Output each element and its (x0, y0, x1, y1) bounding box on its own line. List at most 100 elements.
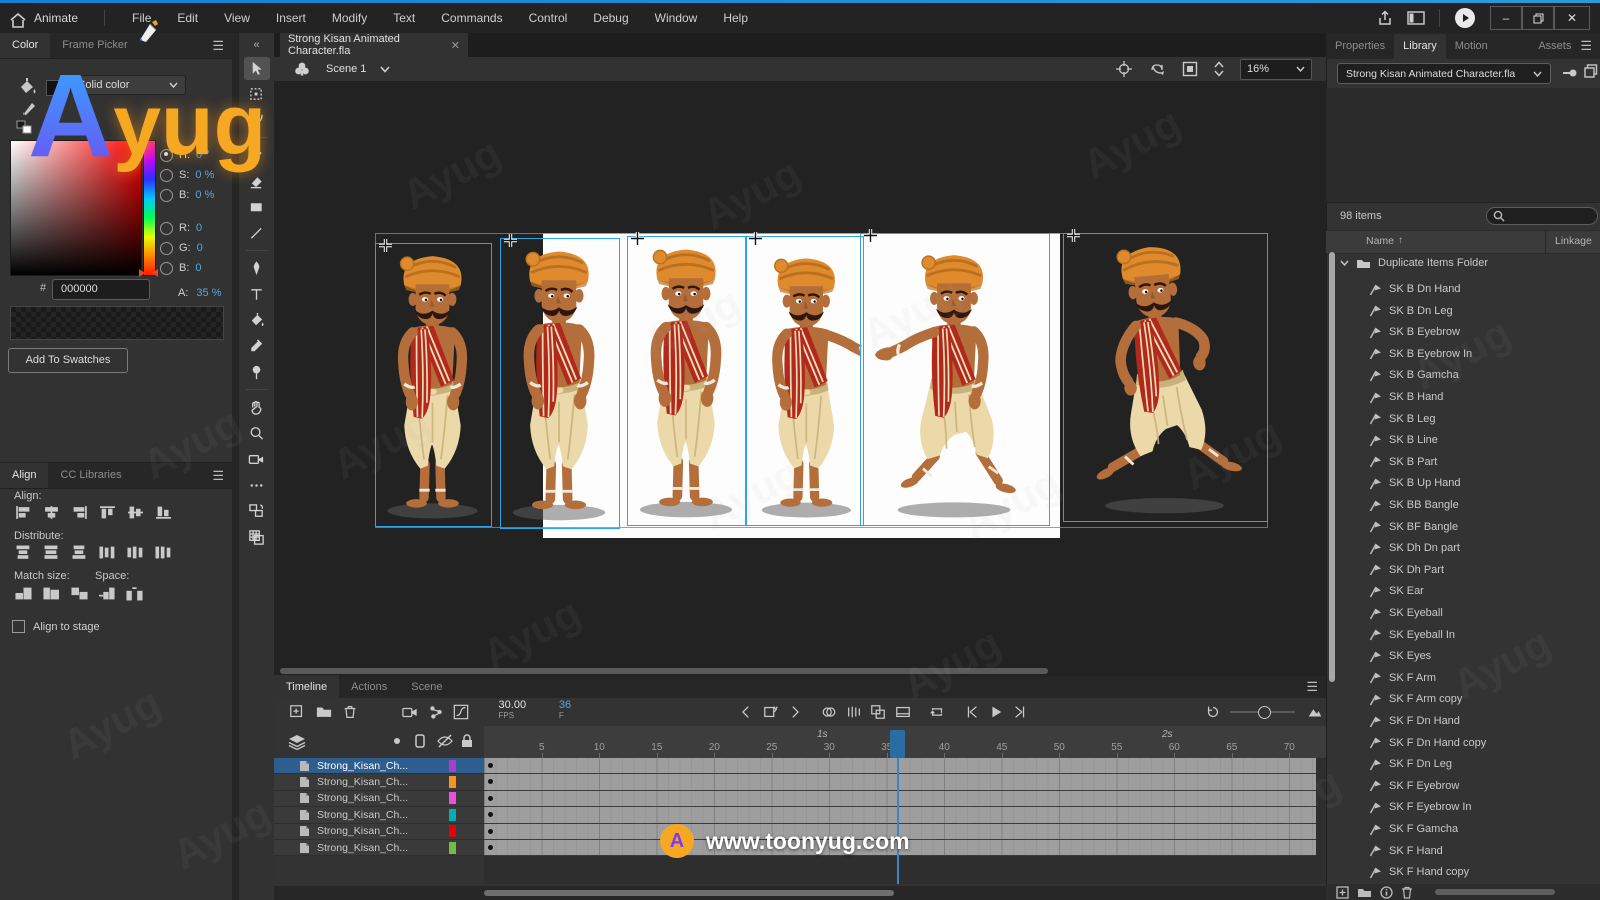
free-transform-tool[interactable] (244, 83, 270, 106)
tab-frame-picker[interactable]: Frame Picker (50, 33, 139, 58)
timeline-horizontal-scrollbar[interactable] (274, 886, 1326, 900)
color-row-s[interactable]: S:0 % (160, 168, 230, 182)
rotation-tool-icon[interactable] (1148, 61, 1166, 77)
match-size-2-icon[interactable] (70, 586, 89, 601)
color-radio[interactable] (160, 262, 173, 275)
hand-tool[interactable] (244, 396, 270, 419)
library-item[interactable]: SK BB Bangle (1368, 494, 1598, 516)
swap-colors-tool[interactable] (244, 500, 270, 523)
new-layer-icon[interactable] (286, 702, 308, 722)
library-item[interactable]: SK B Eyebrow In (1368, 343, 1598, 365)
hex-input[interactable]: 000000 (52, 279, 150, 300)
rectangle-tool[interactable] (244, 196, 270, 219)
color-radio[interactable] (160, 169, 173, 182)
lock-layers-icon[interactable] (461, 734, 473, 748)
swap-fill-stroke-icon[interactable] (16, 120, 34, 136)
library-item[interactable]: SK B Eyebrow (1368, 321, 1598, 343)
pen-tool[interactable] (244, 257, 270, 280)
distribute-0-icon[interactable] (14, 545, 33, 560)
tab-timeline[interactable]: Timeline (274, 675, 339, 700)
stroke-color-icon[interactable] (20, 100, 38, 118)
selection-tool[interactable] (244, 57, 270, 80)
layer-row-1[interactable]: Strong_Kisan_Ch... (274, 758, 484, 774)
layer-color-chip[interactable] (449, 776, 456, 788)
menu-view[interactable]: View (211, 11, 263, 25)
library-item[interactable]: SK B Dn Leg (1368, 300, 1598, 322)
layer-parenting-icon[interactable] (425, 702, 447, 722)
space-0-icon[interactable] (97, 586, 116, 601)
frame-span-4[interactable] (484, 807, 1316, 823)
library-item[interactable]: SK Dh Dn part (1368, 537, 1598, 559)
library-item[interactable]: SK F Hand copy (1368, 861, 1598, 883)
library-folder-row[interactable]: Duplicate Items Folder (1340, 252, 1598, 274)
saturation-brightness-picker[interactable] (10, 140, 142, 276)
library-item[interactable]: SK B Part (1368, 451, 1598, 473)
asset-warp-tool[interactable] (244, 361, 270, 384)
distribute-1-icon[interactable] (42, 545, 61, 560)
selection-box-2[interactable] (500, 238, 620, 529)
hue-slider[interactable] (143, 140, 156, 276)
distribute-2-icon[interactable] (70, 545, 89, 560)
outline-toggle-icon[interactable] (394, 738, 400, 744)
tab-align[interactable]: Align (0, 463, 48, 488)
tab-color[interactable]: Color (0, 33, 50, 58)
transform-anchor-icon[interactable] (504, 234, 517, 247)
next-keyframe-icon[interactable] (784, 702, 806, 722)
layer-row-4[interactable]: Strong_Kisan_Ch... (274, 807, 484, 823)
menu-commands[interactable]: Commands (428, 11, 515, 25)
library-item[interactable]: SK F Eyebrow In (1368, 796, 1598, 818)
library-item[interactable]: SK F Dn Leg (1368, 753, 1598, 775)
selection-box-6[interactable] (1063, 233, 1268, 522)
toolbar-collapse-icon[interactable]: « (253, 39, 259, 51)
eyedropper-tool[interactable] (244, 335, 270, 358)
library-item[interactable]: SK B Up Hand (1368, 472, 1598, 494)
library-item[interactable]: SK B Gamcha (1368, 364, 1598, 386)
library-menu-icon[interactable]: ☰ (1580, 38, 1592, 54)
eraser-tool[interactable] (244, 170, 270, 193)
timeline-ruler[interactable]: 5101520253035404550556065701s2s (484, 726, 1326, 759)
color-panel-menu-icon[interactable]: ☰ (212, 38, 224, 54)
distribute-5-icon[interactable] (154, 545, 173, 560)
tab-motion-presets[interactable]: Motion Presets (1446, 34, 1530, 59)
test-movie-icon[interactable] (1454, 7, 1476, 29)
match-size-1-icon[interactable] (42, 586, 61, 601)
selection-box-3[interactable] (627, 236, 747, 526)
align-0-icon[interactable] (14, 505, 33, 520)
current-frame-value[interactable]: 36 F (559, 699, 577, 726)
align-1-icon[interactable] (42, 505, 61, 520)
layer-color-chip[interactable] (449, 760, 456, 772)
align-4-icon[interactable] (126, 505, 145, 520)
playhead-line[interactable] (897, 758, 899, 884)
layer-color-chip[interactable] (449, 842, 456, 854)
frame-grid[interactable] (484, 758, 1326, 884)
fill-color-swatch[interactable] (46, 80, 64, 96)
transform-anchor-icon[interactable] (379, 239, 392, 252)
pin-library-icon[interactable] (1562, 66, 1578, 80)
layer-row-6[interactable]: Strong_Kisan_Ch... (274, 840, 484, 856)
step-forward-icon[interactable] (1009, 702, 1031, 722)
library-column-header[interactable]: Name ↑ Linkage (1326, 230, 1600, 254)
edit-multiple-frames-icon[interactable] (867, 702, 889, 722)
close-button[interactable]: ✕ (1554, 6, 1590, 30)
more-tools-tool[interactable] (244, 474, 270, 497)
frame-span-3[interactable] (484, 791, 1316, 807)
workspace-icon[interactable] (1407, 11, 1425, 25)
library-item[interactable]: SK B Line (1368, 429, 1598, 451)
frame-view-icon[interactable] (1303, 702, 1325, 722)
camera-tool[interactable] (244, 448, 270, 471)
new-folder-icon[interactable] (1357, 886, 1372, 898)
selection-box-5[interactable] (860, 233, 1050, 526)
tab-scene[interactable]: Scene (399, 675, 454, 700)
layer-row-2[interactable]: Strong_Kisan_Ch... (274, 774, 484, 790)
frame-span-5[interactable] (484, 824, 1316, 840)
library-item[interactable]: SK Ear (1368, 580, 1598, 602)
hide-layers-icon[interactable] (437, 734, 453, 748)
play-icon[interactable] (985, 702, 1007, 722)
tab-properties[interactable]: Properties (1326, 34, 1394, 59)
library-search-input[interactable] (1486, 207, 1598, 225)
layer-color-chip[interactable] (449, 809, 456, 821)
selection-box-1[interactable] (375, 243, 492, 527)
color-radio[interactable] (160, 242, 173, 255)
color-row-g-rgb[interactable]: G:0 (160, 241, 230, 255)
layer-color-chip[interactable] (449, 825, 456, 837)
